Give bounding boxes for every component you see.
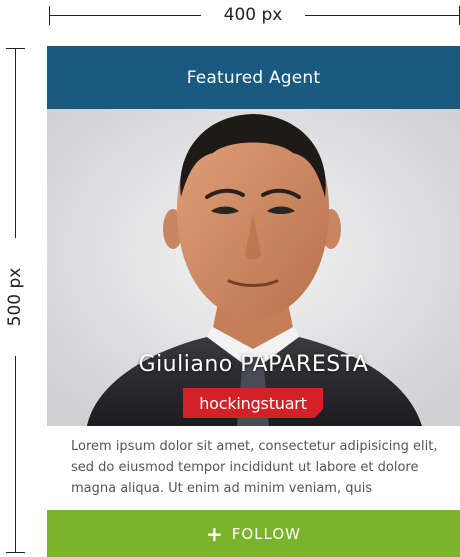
width-dimension-label: 400 px bbox=[223, 5, 283, 25]
card-title: Featured Agent bbox=[186, 67, 321, 88]
agent-photo: Giuliano PAPARESTA hockingstuart bbox=[47, 109, 460, 426]
height-dimension-tick-bottom bbox=[6, 552, 25, 553]
plus-icon: + bbox=[205, 521, 224, 546]
agency-badge[interactable]: hockingstuart bbox=[183, 388, 323, 418]
height-dimension-line-upper bbox=[15, 48, 16, 238]
follow-button[interactable]: + FOLLOW bbox=[47, 510, 460, 557]
height-dimension-label: 500 px bbox=[5, 267, 25, 327]
featured-agent-card: Featured Agent Giuliano PAPARESTA hockin… bbox=[47, 46, 460, 557]
agent-bio: Lorem ipsum dolor sit amet, consectetur … bbox=[71, 439, 438, 496]
agent-portrait-illustration bbox=[47, 109, 460, 426]
agency-name: hockingstuart bbox=[199, 393, 307, 413]
width-dimension-line-right bbox=[305, 15, 459, 16]
height-dimension-line-lower bbox=[15, 356, 16, 552]
card-header: Featured Agent bbox=[47, 46, 460, 109]
follow-label: FOLLOW bbox=[231, 524, 302, 543]
width-dimension-line-left bbox=[49, 15, 201, 16]
agent-name: Giuliano PAPARESTA bbox=[138, 352, 369, 377]
